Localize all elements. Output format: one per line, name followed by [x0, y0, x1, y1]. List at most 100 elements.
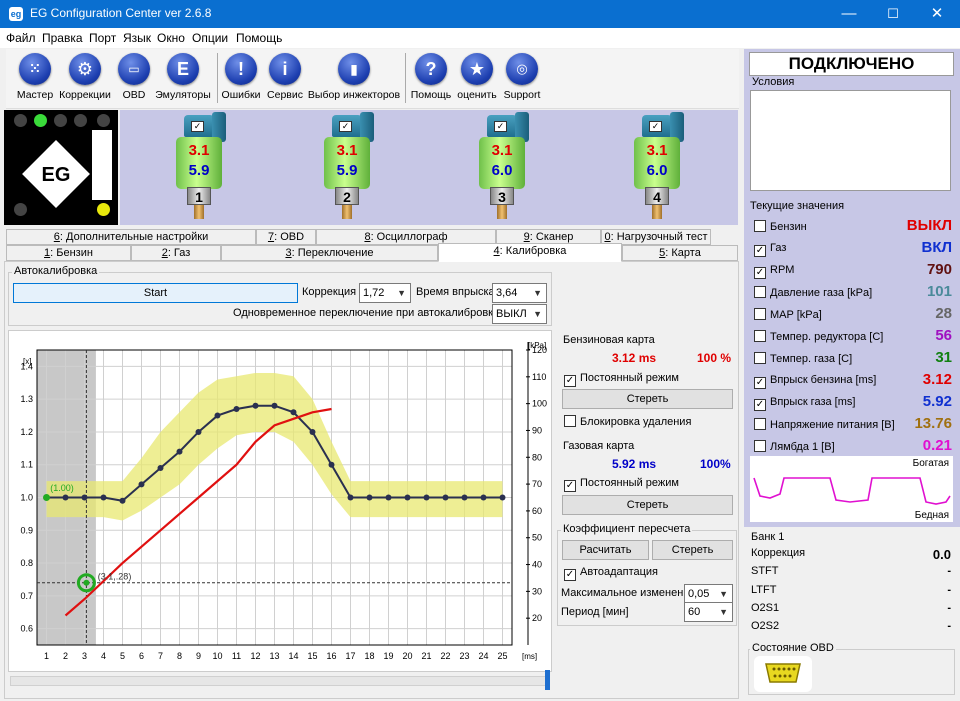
- period-select[interactable]: 60 ▼: [684, 602, 733, 622]
- menu-language[interactable]: Язык: [123, 31, 151, 45]
- x-tick-label: 2: [63, 651, 68, 661]
- checkbox[interactable]: [754, 352, 766, 364]
- current-label: Впрыск газа [ms]: [770, 396, 856, 408]
- injector-checkbox[interactable]: ✓: [494, 121, 507, 132]
- errors-button[interactable]: ! Ошибки: [220, 53, 262, 101]
- tab-map[interactable]: 5: Карта: [622, 245, 738, 261]
- calibration-point: [214, 412, 221, 419]
- injector-checkbox[interactable]: ✓: [191, 121, 204, 132]
- y-left-tick-label: 1.1: [20, 460, 33, 470]
- obd-button[interactable]: ▭ OBD: [116, 53, 152, 101]
- checkbox[interactable]: [754, 308, 766, 320]
- menu-options[interactable]: Опции: [192, 31, 228, 45]
- bank-row-ltft: LTFT -: [751, 584, 951, 600]
- y-right-tick-label: 40: [532, 560, 542, 570]
- calculate-button[interactable]: Расчитать: [562, 540, 649, 560]
- master-button[interactable]: ⁙ Мастер: [14, 53, 56, 101]
- chart-svg[interactable]: 1 2 3 4 5 6 7 8 9 10 11 12 13 14 15 16 17 18 19 20 21 22 23 24 2…: [9, 331, 553, 673]
- injector-1[interactable]: ✓ 3.1 5.9 1: [170, 112, 232, 222]
- current-label: Впрыск бензина [ms]: [770, 374, 877, 386]
- start-button[interactable]: Start: [13, 283, 298, 303]
- checkbox[interactable]: ✓: [754, 245, 766, 257]
- bank-row-correction: Коррекция 0.0: [751, 547, 951, 563]
- tab-obd[interactable]: 7: OBD: [256, 229, 316, 245]
- calibration-chart[interactable]: 1 2 3 4 5 6 7 8 9 10 11 12 13 14 15 16 17 18 19 20 21 22 23 24 2…: [8, 330, 552, 672]
- chevron-down-icon: ▼: [397, 288, 406, 298]
- tab-label: : Переключение: [291, 247, 374, 259]
- led-yellow: [97, 203, 110, 216]
- injector-body: 3.1 6.0: [634, 137, 680, 189]
- conditions-title: Условия: [752, 76, 795, 88]
- tab-gas[interactable]: 2: Газ: [131, 245, 221, 261]
- checkbox[interactable]: ✓: [754, 377, 766, 389]
- recalc-erase-button[interactable]: Стереть: [652, 540, 733, 560]
- menu-window[interactable]: Окно: [157, 31, 185, 45]
- tab-label: : Газ: [167, 247, 191, 259]
- autocalibration-title: Автокалибровка: [12, 265, 100, 277]
- horizontal-scrollbar[interactable]: [10, 670, 550, 690]
- tab-switching[interactable]: 3: Переключение: [221, 245, 438, 261]
- chevron-down-icon: ▼: [533, 288, 542, 298]
- x-tick-label: 19: [383, 651, 393, 661]
- toolbar-separator: [217, 53, 218, 103]
- injection-time-select[interactable]: 3,64 ▼: [492, 283, 547, 303]
- petrol-erase-button[interactable]: Стереть: [562, 389, 733, 409]
- checkbox[interactable]: [754, 440, 766, 452]
- tab-calibration[interactable]: 4: Калибровка: [438, 243, 622, 262]
- x-tick-label: 1: [44, 651, 49, 661]
- calibration-point: [195, 428, 202, 435]
- injector-checkbox[interactable]: ✓: [339, 121, 352, 132]
- max-change-select[interactable]: 0,05 ▼: [684, 584, 733, 604]
- injector-gas-value: 6.0: [491, 162, 513, 179]
- simultaneous-switch-select[interactable]: ВЫКЛ ▼: [492, 304, 547, 324]
- calibration-point: [499, 494, 506, 501]
- tab-additional-settings[interactable]: 6: Дополнительные настройки: [6, 229, 256, 245]
- injector-checkbox[interactable]: ✓: [649, 121, 662, 132]
- y-right-axis-label: [kPa]: [528, 341, 546, 350]
- tab-petrol[interactable]: 1: Бензин: [6, 245, 131, 261]
- checkbox[interactable]: [754, 286, 766, 298]
- help-label: Помощь: [410, 89, 452, 101]
- current-value: 5.92: [922, 393, 952, 410]
- petrol-permanent-checkbox[interactable]: ✓ Постоянный режим: [564, 372, 679, 387]
- petrol-permanent-label: Постоянный режим: [580, 372, 679, 384]
- delete-lock-checkbox[interactable]: Блокировка удаления: [564, 415, 691, 428]
- calibration-point: [423, 494, 430, 501]
- chevron-down-icon: ▼: [533, 309, 542, 319]
- injector-select-button[interactable]: ▮ Выбор инжекторов: [306, 53, 402, 101]
- close-button[interactable]: ✕: [914, 0, 960, 28]
- x-tick-label: 7: [158, 651, 163, 661]
- help-button[interactable]: ? Помощь: [409, 53, 453, 101]
- scrollbar-thumb[interactable]: [545, 670, 550, 690]
- checkbox[interactable]: ✓: [564, 375, 576, 387]
- checkbox[interactable]: [564, 415, 576, 427]
- corrections-button[interactable]: ⚙ Коррекции: [57, 53, 113, 101]
- support-button[interactable]: ◎ Support: [500, 53, 544, 101]
- menu-help[interactable]: Помощь: [236, 31, 282, 45]
- menu-port[interactable]: Порт: [89, 31, 116, 45]
- minimize-button[interactable]: —: [826, 0, 872, 28]
- correction-select[interactable]: 1,72 ▼: [359, 283, 411, 303]
- injector-2[interactable]: ✓ 3.1 5.9 2: [318, 112, 380, 222]
- checkbox[interactable]: ✓: [564, 480, 576, 492]
- bank-label: O2S2: [751, 620, 780, 632]
- auto-adaptation-checkbox[interactable]: ✓ Автоадаптация: [564, 566, 658, 581]
- checkbox[interactable]: [754, 220, 766, 232]
- injector-3[interactable]: ✓ 3.1 6.0 3: [473, 112, 535, 222]
- checkbox[interactable]: ✓: [564, 569, 576, 581]
- injector-4[interactable]: ✓ 3.1 6.0 4: [628, 112, 690, 222]
- service-button[interactable]: i Сервис: [265, 53, 305, 101]
- gas-permanent-checkbox[interactable]: ✓ Постоянный режим: [564, 477, 679, 492]
- rate-button[interactable]: ★ оценить: [455, 53, 499, 101]
- current-row-voltage: Напряжение питания [В] 13.76: [754, 415, 952, 435]
- menu-file[interactable]: Файл: [6, 31, 36, 45]
- emulators-button[interactable]: E Эмуляторы: [153, 53, 213, 101]
- checkbox[interactable]: ✓: [754, 399, 766, 411]
- period-value: 60: [688, 606, 701, 618]
- checkbox[interactable]: [754, 330, 766, 342]
- gas-erase-button[interactable]: Стереть: [562, 495, 733, 515]
- checkbox[interactable]: [754, 418, 766, 430]
- maximize-button[interactable]: ☐: [870, 0, 916, 28]
- menu-edit[interactable]: Правка: [42, 31, 83, 45]
- checkbox[interactable]: ✓: [754, 267, 766, 279]
